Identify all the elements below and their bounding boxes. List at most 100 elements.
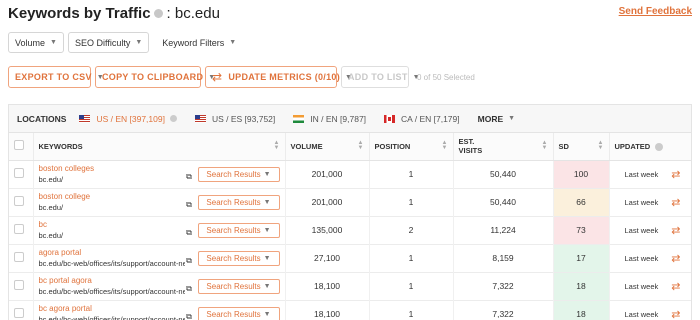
location-in-en[interactable]: IN / EN [9,787] <box>293 114 366 124</box>
row-checkbox[interactable] <box>14 308 24 318</box>
sort-icon[interactable]: ▲ ▼ <box>598 140 604 151</box>
search-results-button[interactable]: Search Results ▼ <box>197 166 280 182</box>
sd-cell: 100 <box>553 160 610 188</box>
keyword-link[interactable]: boston colleges <box>39 164 185 173</box>
updated-label: Last week <box>624 281 659 291</box>
india-flag-icon <box>293 114 305 123</box>
search-results-button[interactable]: Search Results ▼ <box>197 222 280 238</box>
chevron-down-icon: ▼ <box>263 282 271 290</box>
search-results-label: Search Results <box>206 169 261 179</box>
row-checkbox[interactable] <box>14 196 24 206</box>
visits-cell: 50,440 <box>453 160 554 188</box>
position-cell: 1 <box>369 188 454 216</box>
external-link-icon[interactable]: ⧉ <box>186 172 192 182</box>
refresh-icon[interactable]: ⇄ <box>671 196 680 209</box>
table-row[interactable]: bc portal agora bc.edu/bc-web/offices/its… <box>9 272 691 300</box>
page-title: Keywords by Traffic: bc.edu <box>8 5 220 22</box>
row-checkbox[interactable] <box>14 280 24 290</box>
keyword-filters-label: Keyword Filters <box>162 37 225 48</box>
search-results-label: Search Results <box>206 225 261 235</box>
row-checkbox[interactable] <box>14 224 24 234</box>
info-icon[interactable] <box>153 8 163 18</box>
ranking-url: bc.edu/ <box>38 203 64 212</box>
ranking-url: bc.edu/bc-web/offices/its/support/accoun… <box>38 259 185 268</box>
table-header-row: KEYWORDS ▲ ▼ VOLUME ▲ ▼ POSITION ▲ ▼ EST. VISIT… <box>9 133 691 161</box>
more-locations-dropdown[interactable]: MORE ▼ <box>478 114 515 124</box>
row-select-cell <box>9 188 34 216</box>
ranking-url: bc.edu/bc-web/offices/its/support/accoun… <box>38 315 185 320</box>
volume-header-label: VOLUME <box>290 141 323 151</box>
update-metrics-button[interactable]: ⇄ UPDATE METRICS (0/10) ▼ <box>205 66 352 88</box>
chevron-down-icon: ▼ <box>508 115 516 122</box>
keyword-link[interactable]: bc portal agora <box>39 276 185 285</box>
sort-icon[interactable]: ▲ ▼ <box>358 140 364 151</box>
search-results-label: Search Results <box>206 309 261 319</box>
external-link-icon[interactable]: ⧉ <box>186 312 192 320</box>
chevron-down-icon: ▼ <box>263 310 271 318</box>
us-flag-icon <box>194 114 206 123</box>
export-csv-label: EXPORT TO CSV <box>15 72 92 82</box>
sort-icon[interactable]: ▲ ▼ <box>542 140 548 151</box>
search-results-button[interactable]: Search Results ▼ <box>197 278 280 294</box>
sd-cell: 17 <box>553 244 610 272</box>
position-cell: 1 <box>369 244 454 272</box>
ranking-url: bc.edu/ <box>38 231 64 240</box>
add-to-list-button[interactable]: ADD TO LIST ▼ <box>341 66 420 88</box>
send-feedback-link[interactable]: Send Feedback <box>619 6 692 17</box>
refresh-icon[interactable]: ⇄ <box>671 224 680 237</box>
table-row[interactable]: bc bc.edu/ ⧉ Search Results ▼ 135,000 2 11,224 7… <box>9 216 691 244</box>
table-row[interactable]: boston college bc.edu/ ⧉ Search Results ▼ 201… <box>9 188 691 216</box>
volume-filter-label: Volume <box>15 37 46 48</box>
sd-cell: 66 <box>553 188 610 216</box>
keyword-cell: bc portal agora bc.edu/bc-web/offices/its… <box>33 272 286 300</box>
external-link-icon[interactable]: ⧉ <box>186 228 192 238</box>
visits-cell: 7,322 <box>453 300 554 320</box>
locations-label: LOCATIONS <box>17 113 67 124</box>
location-ca-en[interactable]: CA / EN [7,179] <box>384 114 460 124</box>
keyword-filters-dropdown[interactable]: Keyword Filters ▼ <box>153 32 243 53</box>
sort-icon[interactable]: ▲ ▼ <box>274 140 280 151</box>
search-results-button[interactable]: Search Results ▼ <box>197 306 280 320</box>
volume-column-header[interactable]: VOLUME ▲ ▼ <box>285 133 370 161</box>
search-results-label: Search Results <box>206 253 261 263</box>
select-all-checkbox[interactable] <box>14 140 24 151</box>
selection-count: 0 of 50 Selected <box>417 72 475 82</box>
search-results-button[interactable]: Search Results ▼ <box>197 194 280 210</box>
refresh-icon[interactable]: ⇄ <box>671 252 680 265</box>
refresh-icon[interactable]: ⇄ <box>671 168 680 181</box>
keyword-link[interactable]: bc <box>39 220 185 229</box>
visits-cell: 50,440 <box>453 188 554 216</box>
updated-cell: Last week ⇄ <box>609 244 691 272</box>
keyword-link[interactable]: boston college <box>39 192 185 201</box>
export-csv-button[interactable]: EXPORT TO CSV ▼ <box>8 66 104 88</box>
external-link-icon[interactable]: ⧉ <box>186 284 192 294</box>
table-row[interactable]: bc agora portal bc.edu/bc-web/offices/its… <box>9 300 691 320</box>
sd-cell: 18 <box>553 300 610 320</box>
table-row[interactable]: agora portal bc.edu/bc-web/offices/its/su… <box>9 244 691 272</box>
row-checkbox[interactable] <box>14 168 24 178</box>
keyword-link[interactable]: bc agora portal <box>39 304 185 313</box>
search-results-button[interactable]: Search Results ▼ <box>197 250 280 266</box>
table-row[interactable]: boston colleges bc.edu/ ⧉ Search Results ▼ 20… <box>9 160 691 188</box>
keyword-link[interactable]: agora portal <box>39 248 185 257</box>
updated-label: Last week <box>624 197 659 207</box>
info-icon[interactable] <box>655 142 664 151</box>
seo-difficulty-filter[interactable]: SEO Difficulty ▼ <box>67 32 150 53</box>
position-column-header[interactable]: POSITION ▲ ▼ <box>369 133 454 161</box>
refresh-icon[interactable]: ⇄ <box>671 308 680 320</box>
external-link-icon[interactable]: ⧉ <box>186 256 192 266</box>
volume-filter[interactable]: Volume ▼ <box>8 32 64 53</box>
copy-clipboard-button[interactable]: COPY TO CLIPBOARD ▼ <box>95 66 215 88</box>
location-in-en-label: IN / EN [9,787] <box>310 113 367 124</box>
keyword-cell: boston college bc.edu/ ⧉ Search Results ▼ <box>33 188 286 216</box>
keywords-column-header[interactable]: KEYWORDS ▲ ▼ <box>33 133 286 161</box>
location-us-es[interactable]: US / ES [93,752] <box>194 114 275 124</box>
external-link-icon[interactable]: ⧉ <box>186 200 192 210</box>
location-us-en[interactable]: US / EN [397,109] <box>79 114 177 124</box>
sort-icon[interactable]: ▲ ▼ <box>442 140 448 151</box>
position-cell: 1 <box>369 160 454 188</box>
refresh-icon[interactable]: ⇄ <box>671 280 680 293</box>
visits-column-header[interactable]: EST. VISITS ▲ ▼ <box>453 133 554 161</box>
row-checkbox[interactable] <box>14 252 24 262</box>
sd-column-header[interactable]: SD ▲ ▼ <box>553 133 610 161</box>
